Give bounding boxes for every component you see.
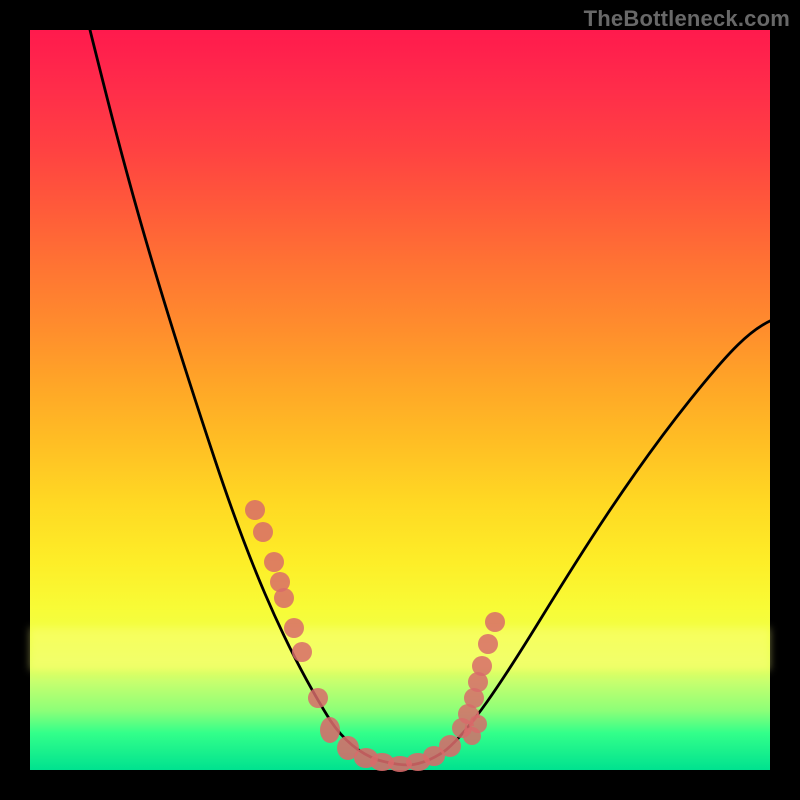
curve-svg bbox=[30, 30, 770, 770]
attribution-text: TheBottleneck.com bbox=[584, 6, 790, 32]
chart-container: TheBottleneck.com bbox=[0, 0, 800, 800]
data-dot bbox=[274, 588, 294, 608]
data-dot bbox=[472, 656, 492, 676]
data-dot bbox=[264, 552, 284, 572]
plot-area bbox=[30, 30, 770, 770]
bottleneck-curve bbox=[90, 30, 772, 765]
data-dot bbox=[308, 688, 328, 708]
data-dot bbox=[320, 717, 340, 743]
data-dot bbox=[439, 735, 461, 757]
data-dot bbox=[245, 500, 265, 520]
data-dot bbox=[253, 522, 273, 542]
data-dot bbox=[292, 642, 312, 662]
data-dot bbox=[284, 618, 304, 638]
data-dot bbox=[478, 634, 498, 654]
data-dot bbox=[485, 612, 505, 632]
